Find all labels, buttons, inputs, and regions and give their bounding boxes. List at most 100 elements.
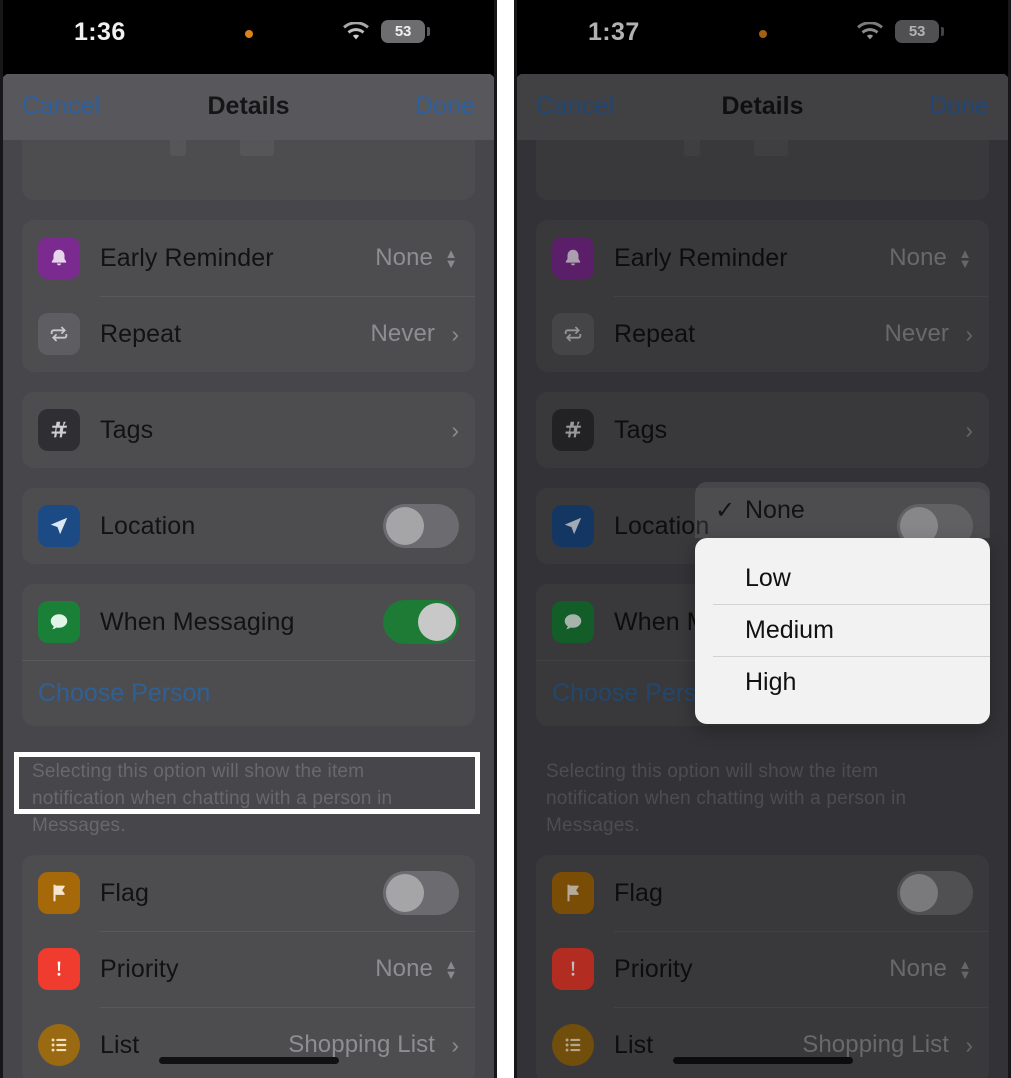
row-value: Never: [884, 320, 949, 347]
status-time: 1:36: [74, 18, 126, 46]
row-label: Location: [100, 511, 196, 540]
card-reminder: Early Reminder None ▲ ▼ Repeat Never ›: [22, 220, 475, 372]
menu-item-high[interactable]: High: [695, 656, 990, 708]
battery-indicator: 53: [381, 20, 430, 43]
row-early-reminder[interactable]: Early Reminder None ▲ ▼: [22, 220, 475, 296]
row-priority[interactable]: Priority None ▲ ▼: [536, 931, 989, 1007]
wifi-icon: [343, 21, 369, 39]
choose-person-button[interactable]: Choose Person: [22, 660, 475, 726]
done-button[interactable]: Done: [415, 92, 475, 121]
cancel-button[interactable]: Cancel: [22, 92, 100, 121]
updown-chevron-icon[interactable]: ▲ ▼: [443, 247, 459, 270]
row-label: Priority: [100, 954, 179, 983]
row-label: Early Reminder: [614, 243, 788, 272]
chevron-right-icon: ›: [965, 320, 973, 347]
row-value: None: [889, 955, 947, 982]
row-label: Flag: [614, 878, 664, 907]
orange-dot-icon: [244, 30, 253, 38]
when-messaging-footnote: Selecting this option will show the item…: [546, 761, 907, 836]
row-value: Never: [370, 320, 435, 347]
orange-dot-icon: [758, 30, 767, 38]
status-bar: 1:37 53: [514, 0, 1011, 74]
card-location: Location: [22, 488, 475, 564]
status-indicators: 53: [343, 20, 430, 43]
details-list: Early Reminder None ▲ ▼ Repeat Never › T…: [0, 140, 497, 1078]
row-value: None: [889, 244, 947, 271]
row-tags[interactable]: Tags ›: [22, 392, 475, 468]
exclamation-icon: [552, 948, 594, 990]
row-label: Repeat: [100, 319, 182, 348]
card-flag-priority-list: Flag Priority None ▲ ▼ List Shopping Lis…: [22, 855, 475, 1078]
message-bubble-icon: [38, 601, 80, 643]
location-toggle[interactable]: [383, 504, 459, 548]
exclamation-icon: [38, 948, 80, 990]
row-early-reminder[interactable]: Early Reminder None ▲ ▼: [536, 220, 989, 296]
row-label: Tags: [100, 415, 154, 444]
row-priority[interactable]: Priority None ▲ ▼: [22, 931, 475, 1007]
updown-chevron-icon[interactable]: ▲ ▼: [957, 247, 973, 270]
row-label: Tags: [614, 415, 668, 444]
status-bar: 1:36 53: [0, 0, 497, 74]
ghost-glyph-a: [170, 140, 186, 156]
card-reminder: Early Reminder None ▲ ▼ Repeat Never ›: [536, 220, 989, 372]
menu-item-medium[interactable]: Medium: [695, 604, 990, 656]
toggle-knob: [386, 874, 424, 912]
menu-item-label: None: [745, 495, 805, 524]
message-bubble-icon: [552, 601, 594, 643]
device-edge-left: [514, 0, 517, 1078]
battery-level: 53: [394, 23, 412, 40]
battery-level: 53: [908, 23, 926, 40]
menu-item-low[interactable]: Low: [695, 552, 990, 604]
details-sheet: Cancel Details Done Early Reminder None …: [0, 72, 497, 1078]
ghost-glyph-b: [240, 140, 274, 156]
row-label: Priority: [614, 954, 693, 983]
updown-chevron-icon[interactable]: ▲ ▼: [443, 958, 459, 981]
checkmark-icon: ✓: [715, 496, 736, 524]
row-repeat[interactable]: Repeat Never ›: [536, 296, 989, 372]
cancel-button[interactable]: Cancel: [536, 92, 614, 121]
row-when-messaging[interactable]: When Messaging: [22, 584, 475, 660]
scrolled-partial-row: [22, 140, 475, 200]
menu-item-none[interactable]: ✓ None: [695, 482, 990, 538]
when-messaging-toggle[interactable]: [383, 600, 459, 644]
row-label: List: [614, 1030, 654, 1059]
row-label: Flag: [100, 878, 150, 907]
ghost-glyph-a: [684, 140, 700, 156]
card-flag-priority-list: Flag Priority None ▲ ▼ List Shopping Lis…: [536, 855, 989, 1078]
bell-icon: [38, 237, 80, 279]
row-repeat[interactable]: Repeat Never ›: [22, 296, 475, 372]
row-label: When Messaging: [100, 607, 295, 636]
chevron-right-icon: ›: [451, 320, 459, 347]
when-messaging-footnote: Selecting this option will show the item…: [32, 761, 393, 836]
sheet-navbar: Cancel Details Done: [514, 72, 1011, 140]
row-label: Early Reminder: [100, 243, 274, 272]
hashtag-icon: [552, 409, 594, 451]
bell-icon: [552, 237, 594, 279]
chevron-right-icon: ›: [451, 416, 459, 443]
toggle-knob: [386, 507, 424, 545]
row-flag[interactable]: Flag: [536, 855, 989, 931]
hashtag-icon: [38, 409, 80, 451]
row-location[interactable]: Location: [22, 488, 475, 564]
row-flag[interactable]: Flag: [22, 855, 475, 931]
chevron-right-icon: ›: [965, 1031, 973, 1058]
flag-toggle[interactable]: [897, 871, 973, 915]
updown-chevron-icon[interactable]: ▲ ▼: [957, 958, 973, 981]
sheet-navbar: Cancel Details Done: [0, 72, 497, 140]
row-label: Repeat: [614, 319, 696, 348]
toggle-knob: [418, 603, 456, 641]
status-time: 1:37: [588, 18, 640, 46]
phone-screenshot-right: 1:37 53 Cancel Details Done Early Remind…: [514, 0, 1011, 1078]
row-list[interactable]: List Shopping List ›: [536, 1007, 989, 1078]
row-tags[interactable]: Tags ›: [536, 392, 989, 468]
toggle-knob: [900, 874, 938, 912]
card-when-messaging: When Messaging Choose Person: [22, 584, 475, 726]
location-arrow-icon: [38, 505, 80, 547]
wifi-icon: [857, 21, 883, 39]
flag-toggle[interactable]: [383, 871, 459, 915]
card-tags: Tags ›: [536, 392, 989, 468]
done-button[interactable]: Done: [929, 92, 989, 121]
card-tags: Tags ›: [22, 392, 475, 468]
row-list[interactable]: List Shopping List ›: [22, 1007, 475, 1078]
chevron-right-icon: ›: [451, 1031, 459, 1058]
